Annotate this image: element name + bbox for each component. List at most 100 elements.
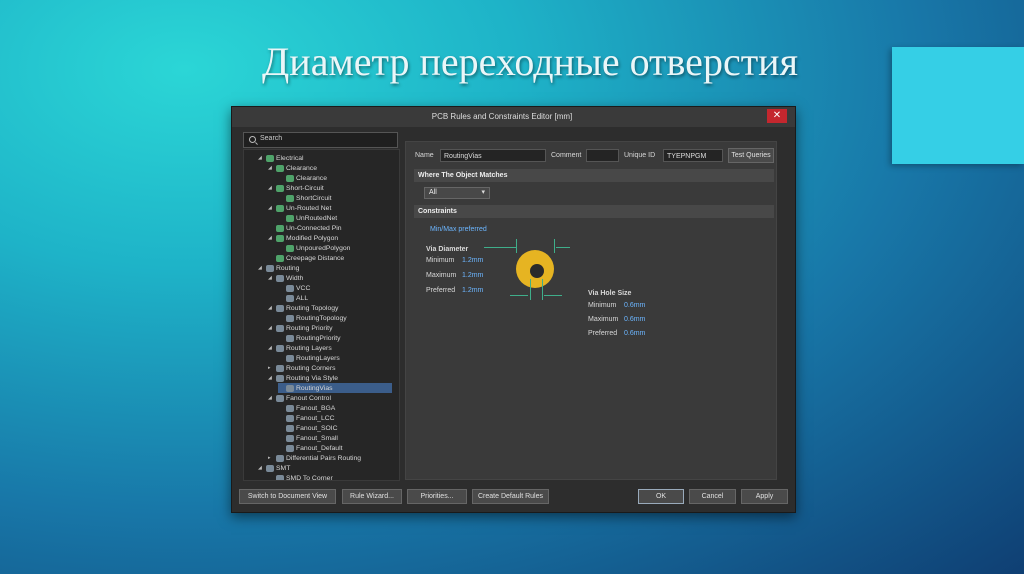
search-input[interactable]: Search — [243, 132, 398, 148]
tree-item[interactable]: ▸ Routing Corners — [268, 363, 336, 373]
tree-item[interactable]: Fanout_LCC — [278, 413, 335, 423]
expand-toggle-icon[interactable]: ◢ — [268, 345, 276, 351]
tree-item[interactable]: ◢ Modified Polygon — [268, 233, 338, 243]
where-dropdown[interactable]: All — [424, 187, 490, 199]
tree-item[interactable]: UnRoutedNet — [278, 213, 337, 223]
tree-item[interactable]: Fanout_SOIC — [278, 423, 338, 433]
tree-item[interactable]: ShortCircuit — [278, 193, 332, 203]
route-rule-icon — [266, 264, 274, 272]
via-hole-pref-value[interactable]: 0.6mm — [624, 330, 645, 337]
tree-item[interactable]: RoutingLayers — [278, 353, 340, 363]
expand-toggle-icon[interactable]: ◢ — [268, 395, 276, 401]
expand-toggle-icon[interactable]: ▸ — [268, 455, 276, 461]
tree-item[interactable]: Clearance — [278, 173, 327, 183]
diameter-dim-line-right — [556, 247, 570, 248]
tree-item-label: UnRoutedNet — [296, 214, 338, 222]
tree-item[interactable]: RoutingVias — [278, 383, 392, 393]
tree-item[interactable]: ◢ Routing Priority — [268, 323, 332, 333]
tree-item-label: Creepage Distance — [286, 254, 345, 262]
apply-button[interactable]: Apply — [741, 489, 788, 504]
tree-item[interactable]: Fanout_Small — [278, 433, 338, 443]
constraint-mode[interactable]: Min/Max preferred — [430, 226, 487, 233]
tree-item[interactable]: ◢ Routing Layers — [268, 343, 332, 353]
route-rule-icon — [286, 424, 294, 432]
hole-ext-line-right — [542, 279, 543, 300]
tree-item[interactable]: ◢ Routing — [258, 263, 299, 273]
via-diameter-min-label: Minimum — [426, 257, 455, 264]
via-hole-max-label: Maximum — [588, 316, 619, 323]
route-rule-icon — [276, 374, 284, 382]
via-diameter-pref-value[interactable]: 1.2mm — [462, 287, 483, 294]
expand-toggle-icon[interactable]: ◢ — [268, 375, 276, 381]
unique-id-input[interactable]: TYEPNPGM — [663, 149, 723, 162]
via-diameter-min-value[interactable]: 1.2mm — [462, 257, 483, 264]
via-diameter-max-value[interactable]: 1.2mm — [462, 272, 483, 279]
tree-item[interactable]: Fanout_BGA — [278, 403, 335, 413]
window-titlebar[interactable]: PCB Rules and Constraints Editor [mm] ✕ — [232, 107, 795, 127]
expand-toggle-icon[interactable]: ◢ — [268, 235, 276, 241]
tree-item[interactable]: ◢ Un-Routed Net — [268, 203, 331, 213]
search-placeholder: Search — [260, 135, 283, 142]
test-queries-button[interactable]: Test Queries — [728, 148, 774, 163]
expand-toggle-icon[interactable]: ◢ — [268, 165, 276, 171]
create-default-rules-button[interactable]: Create Default Rules — [472, 489, 549, 504]
expand-toggle-icon[interactable]: ◢ — [258, 465, 266, 471]
expand-toggle-icon[interactable]: ◢ — [258, 265, 266, 271]
tree-item[interactable]: Un-Connected Pin — [268, 223, 342, 233]
rule-rule-icon — [276, 184, 284, 192]
ok-button[interactable]: OK — [638, 489, 684, 504]
tree-item-label: Routing Topology — [286, 304, 339, 312]
tree-item[interactable]: Creepage Distance — [268, 253, 344, 263]
tree-item[interactable]: ▸ Differential Pairs Routing — [268, 453, 361, 463]
expand-toggle-icon[interactable]: ◢ — [258, 155, 266, 161]
cancel-button[interactable]: Cancel — [689, 489, 736, 504]
tree-item[interactable]: ◢ Short-Circuit — [268, 183, 324, 193]
tree-item-label: ALL — [296, 294, 309, 302]
tree-item[interactable]: ◢ Fanout Control — [268, 393, 331, 403]
tree-item[interactable]: ◢ SMT — [258, 463, 290, 473]
via-hole-min-value[interactable]: 0.6mm — [624, 302, 645, 309]
tree-item[interactable]: ◢ Electrical — [258, 153, 304, 163]
route-rule-icon — [286, 404, 294, 412]
name-label: Name — [415, 152, 434, 159]
route-rule-icon — [276, 364, 284, 372]
via-hole-min-label: Minimum — [588, 302, 617, 309]
tree-item-label: Routing — [276, 264, 300, 272]
route-rule-icon — [276, 324, 284, 332]
search-icon — [249, 136, 256, 143]
diameter-ext-line-right — [554, 239, 555, 253]
tree-item-label: UnpouredPolygon — [296, 244, 351, 252]
switch-to-document-view-button[interactable]: Switch to Document View — [239, 489, 336, 504]
tree-item[interactable]: ◢ Clearance — [268, 163, 317, 173]
tree-item[interactable]: ◢ Routing Topology — [268, 303, 338, 313]
tree-item[interactable]: ◢ Width — [268, 273, 303, 283]
expand-toggle-icon[interactable]: ◢ — [268, 205, 276, 211]
via-hole-max-value[interactable]: 0.6mm — [624, 316, 645, 323]
close-button[interactable]: ✕ — [767, 109, 787, 123]
comment-input[interactable] — [586, 149, 619, 162]
tree-item[interactable]: VCC — [278, 283, 310, 293]
tree-item-label: SMD To Corner — [286, 474, 333, 481]
tree-item[interactable]: UnpouredPolygon — [278, 243, 350, 253]
route-rule-icon — [286, 434, 294, 442]
tree-item[interactable]: SMD To Corner — [268, 473, 333, 481]
route-rule-icon — [276, 274, 284, 282]
expand-toggle-icon[interactable]: ◢ — [268, 305, 276, 311]
tree-item[interactable]: RoutingTopology — [278, 313, 347, 323]
name-input[interactable]: RoutingVias — [440, 149, 546, 162]
expand-toggle-icon[interactable]: ◢ — [268, 185, 276, 191]
route-rule-icon — [286, 444, 294, 452]
priorities-button[interactable]: Priorities... — [407, 489, 467, 504]
tree-item[interactable]: ◢ Routing Via Style — [268, 373, 338, 383]
rule-rule-icon — [286, 194, 294, 202]
via-diameter-max-label: Maximum — [426, 272, 457, 279]
rules-tree[interactable]: ◢ Electrical ◢ Clearance Clearance ◢ Short-Cir… — [243, 149, 400, 481]
tree-item-label: Fanout_Small — [296, 434, 338, 442]
expand-toggle-icon[interactable]: ◢ — [268, 275, 276, 281]
tree-item[interactable]: ALL — [278, 293, 308, 303]
expand-toggle-icon[interactable]: ◢ — [268, 325, 276, 331]
rule-wizard-button[interactable]: Rule Wizard... — [342, 489, 402, 504]
tree-item[interactable]: Fanout_Default — [278, 443, 342, 453]
tree-item[interactable]: RoutingPriority — [278, 333, 341, 343]
expand-toggle-icon[interactable]: ▸ — [268, 365, 276, 371]
